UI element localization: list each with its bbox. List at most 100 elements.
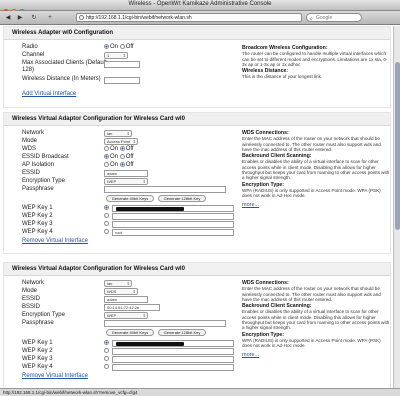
wds-label: WDS xyxy=(22,146,36,152)
virtual-adaptor-panel-1: Wireless Virtual Adaptor Configuration f… xyxy=(3,112,391,254)
search-input[interactable]: ⌕ Google xyxy=(306,13,362,22)
wds-on-button[interactable] xyxy=(104,146,109,151)
network-select[interactable]: lan xyxy=(104,130,132,137)
back-arrow-icon[interactable]: ◀ xyxy=(4,14,12,22)
radio-on-button[interactable] xyxy=(104,44,109,49)
ap-isolation-toggle[interactable]: On Off xyxy=(104,162,134,169)
wep-key-4-input[interactable] xyxy=(112,364,234,371)
wep-key-3-button[interactable] xyxy=(104,356,109,361)
mode-select[interactable]: WDS xyxy=(104,288,138,295)
more-link[interactable]: more... xyxy=(242,352,259,358)
browser-toolbar: ◀ ▶ ↻ + http://192.168.1.1/cgi-bin/webif… xyxy=(0,11,400,25)
wep-key-1-button[interactable] xyxy=(104,205,109,210)
network-select[interactable]: lan xyxy=(104,280,132,287)
max-clients-input[interactable] xyxy=(104,61,140,68)
redaction xyxy=(116,207,184,211)
vertical-scrollbar[interactable] xyxy=(393,26,400,388)
wep-key-3-input[interactable] xyxy=(112,356,234,363)
help-body: Enables or disables the ability of a vir… xyxy=(242,159,390,181)
help-body: WPA (RADIUS) is only supported in Access… xyxy=(242,187,381,199)
distance-input[interactable] xyxy=(104,77,140,84)
search-icon: ⌕ xyxy=(310,16,313,22)
generate-40bit-button[interactable]: Generate 40bit Keys xyxy=(106,329,154,336)
redaction xyxy=(116,342,184,346)
isolation-off-button[interactable] xyxy=(119,162,125,167)
address-bar[interactable]: http://192.168.1.1/cgi-bin/webif/network… xyxy=(76,13,302,22)
bssid-label: BSSID xyxy=(22,304,41,310)
reload-icon[interactable]: ↻ xyxy=(30,14,38,22)
wep-key-2-radio[interactable] xyxy=(104,213,110,220)
channel-select[interactable]: 1 xyxy=(104,52,128,59)
panel-title: Wireless Adapter wl0 Configuration xyxy=(4,27,390,40)
wep-key-2-radio[interactable] xyxy=(104,348,110,355)
wep-key-2-label: WEP Key 2 xyxy=(22,348,53,354)
passphrase-input[interactable] xyxy=(104,320,226,327)
essid-broadcast-toggle[interactable]: On Off xyxy=(104,154,134,161)
forward-arrow-icon[interactable]: ▶ xyxy=(16,14,24,22)
wep-key-4-button[interactable] xyxy=(104,364,109,369)
broadcast-on-button[interactable] xyxy=(104,154,109,159)
radio-off-button[interactable] xyxy=(119,44,125,49)
radio-label: Radio xyxy=(22,44,38,50)
mode-select[interactable]: Access Point xyxy=(104,138,138,145)
bssid-input[interactable]: 00:14:51:72:42:2e xyxy=(104,304,160,311)
passphrase-input[interactable] xyxy=(104,186,226,193)
help-body: The router can be configured to handle m… xyxy=(242,51,388,67)
remove-virtual-interface-link[interactable]: Remove Virtual Interface xyxy=(22,238,88,245)
wep-key-1-radio[interactable] xyxy=(104,340,110,347)
wep-key-4-button[interactable] xyxy=(104,229,109,234)
page-content: Wireless Adapter wl0 Configuration Radio… xyxy=(0,26,393,388)
wep-key-4-radio[interactable] xyxy=(104,364,110,371)
radio-toggle[interactable]: On Off xyxy=(104,44,134,51)
wep-key-3-label: WEP Key 3 xyxy=(22,356,53,362)
distance-label: Wireless Distance (In Meters) xyxy=(22,76,101,82)
wds-off-button[interactable] xyxy=(119,146,125,151)
wep-key-3-input[interactable] xyxy=(112,221,234,228)
wds-toggle[interactable]: ESSID BroadcastOn Off xyxy=(104,146,134,153)
wep-key-1-button[interactable] xyxy=(104,340,109,345)
wep-key-3-radio[interactable] xyxy=(104,356,110,363)
isolation-on-button[interactable] xyxy=(104,162,109,167)
plus-icon[interactable]: + xyxy=(46,14,54,22)
isolation-off-label: Off xyxy=(125,162,134,168)
essid-input[interactable]: adam xyxy=(104,296,148,303)
help-text: Broadcom Wireless Configuration: The rou… xyxy=(242,44,390,80)
wep-key-4-input[interactable]: root xyxy=(112,229,234,236)
broadcast-off-button[interactable] xyxy=(119,154,125,159)
help-body: WPA (RADIUS) is only supported in Access… xyxy=(242,337,381,349)
channel-label: Channel xyxy=(22,52,45,58)
radio-on-label: On xyxy=(110,44,119,50)
broadcast-on-label: On xyxy=(110,154,119,160)
wep-key-4-radio[interactable] xyxy=(104,229,110,236)
essid-label: ESSID xyxy=(22,296,41,302)
site-icon xyxy=(79,15,84,20)
more-link[interactable]: more... xyxy=(242,202,259,208)
add-virtual-interface-link[interactable]: Add Virtual Interface xyxy=(22,91,76,98)
wds-on-label: On xyxy=(110,146,119,152)
wep-key-4-label: WEP Key 4 xyxy=(22,229,53,235)
generate-128bit-button[interactable]: Generate 128bit Key xyxy=(158,195,206,202)
scrollbar-thumb[interactable] xyxy=(395,62,400,230)
broadcast-off-label: Off xyxy=(125,154,134,160)
wep-key-2-input[interactable] xyxy=(112,213,234,220)
wep-key-3-radio[interactable] xyxy=(104,221,110,228)
wep-key-4-label: WEP Key 4 xyxy=(22,364,53,370)
wep-key-2-input[interactable] xyxy=(112,348,234,355)
wep-key-1-label: WEP Key 1 xyxy=(22,340,53,346)
wep-key-3-button[interactable] xyxy=(104,221,109,226)
virtual-adaptor-panel-2: Wireless Virtual Adaptor Configuration f… xyxy=(3,262,391,388)
generate-128bit-button[interactable]: Generate 128bit Key xyxy=(158,329,206,336)
essid-broadcast-label: ESSID Broadcast xyxy=(22,154,69,160)
encryption-select[interactable]: WEP xyxy=(104,312,148,319)
wep-key-2-button[interactable] xyxy=(104,348,109,353)
wireless-adapter-panel: Wireless Adapter wl0 Configuration Radio… xyxy=(3,26,391,108)
essid-input[interactable]: adam xyxy=(104,170,148,177)
wep-key-3-label: WEP Key 3 xyxy=(22,221,53,227)
wep-key-1-radio[interactable] xyxy=(104,205,110,212)
generate-40bit-button[interactable]: Generate 40bit Keys xyxy=(106,195,154,202)
wep-key-2-button[interactable] xyxy=(104,213,109,218)
remove-virtual-interface-link[interactable]: Remove Virtual Interface xyxy=(22,373,88,380)
encryption-select[interactable]: WEP xyxy=(104,178,148,185)
max-clients-label: Max Associated Clients (Default 128) xyxy=(22,60,107,73)
help-body: Enter the MAC address of the router on y… xyxy=(242,286,381,302)
